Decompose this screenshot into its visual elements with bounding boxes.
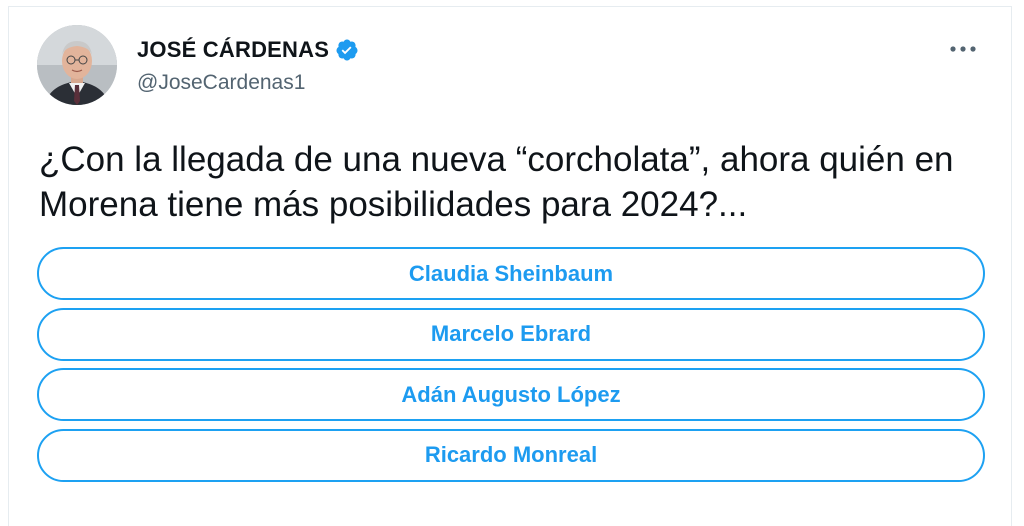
author-display-name[interactable]: JOSÉ CÁRDENAS [137, 37, 329, 63]
more-options-button[interactable] [945, 35, 981, 63]
poll-option-1[interactable]: Claudia Sheinbaum [37, 247, 985, 300]
poll-option-4[interactable]: Ricardo Monreal [37, 428, 985, 482]
poll-option-2[interactable]: Marcelo Ebrard [37, 307, 985, 361]
avatar[interactable] [37, 25, 117, 105]
more-horizontal-icon [950, 46, 976, 52]
author-name-row: JOSÉ CÁRDENAS [137, 35, 359, 65]
poll-option-3[interactable]: Adán Augusto López [37, 368, 985, 421]
profile-photo [37, 25, 117, 105]
verified-badge-icon [335, 38, 359, 62]
tweet-text: ¿Con la llegada de una nueva “corcholata… [39, 140, 954, 224]
tweet-card: JOSÉ CÁRDENAS @JoseCardenas1 ¿Con la lle… [8, 6, 1012, 526]
author-handle[interactable]: @JoseCardenas1 [137, 71, 305, 95]
poll: Claudia Sheinbaum Marcelo Ebrard Adán Au… [37, 247, 985, 489]
